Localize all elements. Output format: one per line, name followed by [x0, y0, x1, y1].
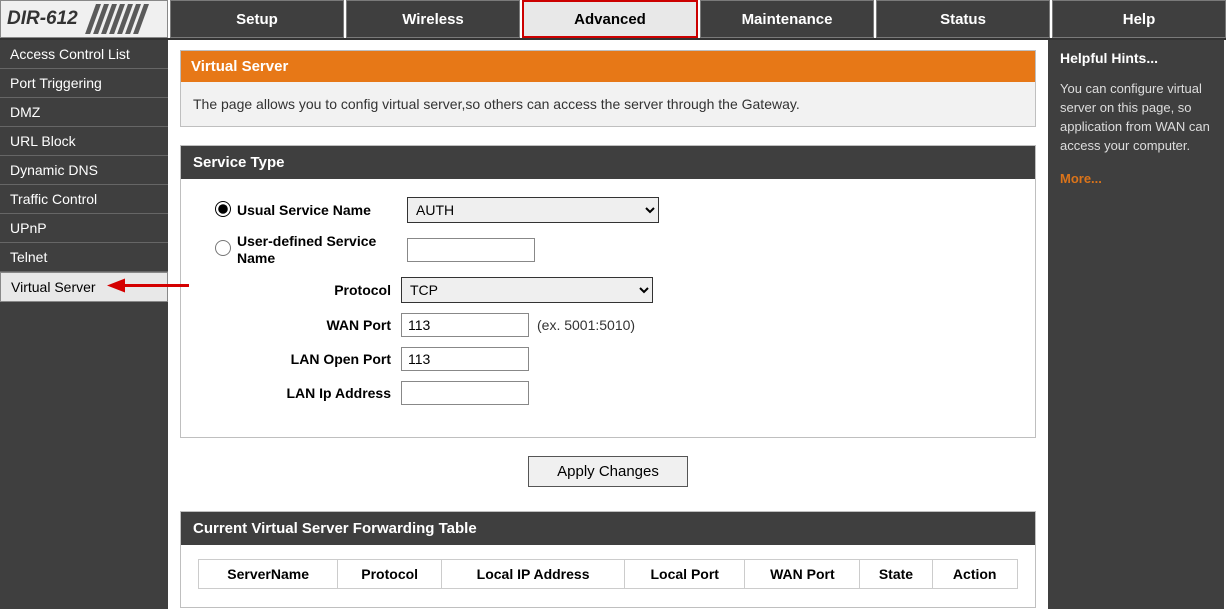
logo-stripes-icon — [82, 4, 152, 34]
sidebar-item-label: Dynamic DNS — [10, 162, 98, 178]
row-usual-service: Usual Service Name AUTH — [201, 197, 1015, 223]
main-content: Virtual Server The page allows you to co… — [168, 40, 1048, 609]
panel-page-header: Virtual Server The page allows you to co… — [180, 50, 1036, 127]
tab-wireless[interactable]: Wireless — [346, 0, 520, 38]
sidebar-item-port-triggering[interactable]: Port Triggering — [0, 69, 168, 98]
service-type-body: Usual Service Name AUTH User-defined Ser… — [181, 179, 1035, 437]
forwarding-table-header: Current Virtual Server Forwarding Table — [181, 512, 1035, 545]
service-type-header: Service Type — [181, 146, 1035, 179]
sidebar-item-label: DMZ — [10, 104, 40, 120]
tab-label: Wireless — [402, 11, 464, 28]
sidebar-item-url-block[interactable]: URL Block — [0, 127, 168, 156]
sidebar-item-dynamic-dns[interactable]: Dynamic DNS — [0, 156, 168, 185]
sidebar-item-label: Port Triggering — [10, 75, 102, 91]
col-action: Action — [932, 559, 1017, 588]
tab-label: Maintenance — [742, 11, 833, 28]
tab-setup[interactable]: Setup — [170, 0, 344, 38]
hints-body: You can configure virtual server on this… — [1060, 80, 1212, 155]
apply-row: Apply Changes — [180, 456, 1036, 487]
lan-ip-input[interactable] — [401, 381, 529, 405]
page-description: The page allows you to config virtual se… — [181, 82, 1035, 126]
lan-ip-label: LAN Ip Address — [201, 385, 401, 401]
wan-port-input[interactable] — [401, 313, 529, 337]
sidebar-item-label: URL Block — [10, 133, 76, 149]
sidebar-item-label: Telnet — [10, 249, 47, 265]
hints-title: Helpful Hints... — [1060, 50, 1212, 66]
row-protocol: Protocol TCP — [201, 277, 1015, 303]
lan-open-port-input[interactable] — [401, 347, 529, 371]
tab-status[interactable]: Status — [876, 0, 1050, 38]
hints-more-link[interactable]: More... — [1060, 171, 1212, 186]
wan-port-label: WAN Port — [201, 317, 401, 333]
user-defined-input[interactable] — [407, 238, 535, 262]
protocol-label: Protocol — [201, 282, 401, 298]
device-logo: DIR-612 — [0, 0, 168, 38]
tab-label: Setup — [236, 11, 278, 28]
tab-label: Advanced — [574, 11, 646, 28]
nav-tabs: Setup Wireless Advanced Maintenance Stat… — [168, 0, 1226, 38]
row-lan-open-port: LAN Open Port — [201, 347, 1015, 371]
sidebar-item-label: Virtual Server — [11, 279, 96, 295]
usual-service-select[interactable]: AUTH — [407, 197, 659, 223]
sidebar-item-dmz[interactable]: DMZ — [0, 98, 168, 127]
lan-open-port-label: LAN Open Port — [201, 351, 401, 367]
tab-maintenance[interactable]: Maintenance — [700, 0, 874, 38]
panel-forwarding-table: Current Virtual Server Forwarding Table … — [180, 511, 1036, 608]
page-title: Virtual Server — [181, 51, 1035, 82]
sidebar-item-telnet[interactable]: Telnet — [0, 243, 168, 272]
table-header-row: ServerName Protocol Local IP Address Loc… — [199, 559, 1018, 588]
tab-label: Status — [940, 11, 986, 28]
forwarding-table: ServerName Protocol Local IP Address Loc… — [198, 559, 1018, 589]
wan-port-hint: (ex. 5001:5010) — [537, 317, 635, 333]
panel-service-type: Service Type Usual Service Name AUTH — [180, 145, 1036, 438]
protocol-select[interactable]: TCP — [401, 277, 653, 303]
col-protocol: Protocol — [338, 559, 442, 588]
tab-label: Help — [1123, 11, 1156, 28]
sidebar-item-label: Traffic Control — [10, 191, 97, 207]
sidebar: Access Control List Port Triggering DMZ … — [0, 40, 168, 609]
row-lan-ip: LAN Ip Address — [201, 381, 1015, 405]
row-user-defined: User-defined Service Name — [201, 233, 1015, 267]
user-defined-label-text: User-defined Service Name — [237, 233, 376, 266]
row-wan-port: WAN Port (ex. 5001:5010) — [201, 313, 1015, 337]
usual-service-label: Usual Service Name — [237, 202, 407, 218]
sidebar-item-virtual-server[interactable]: Virtual Server — [0, 272, 168, 302]
sidebar-item-label: Access Control List — [10, 46, 130, 62]
device-model: DIR-612 — [7, 8, 78, 30]
sidebar-item-upnp[interactable]: UPnP — [0, 214, 168, 243]
radio-user-defined[interactable] — [215, 240, 231, 256]
col-wan-port: WAN Port — [745, 559, 860, 588]
tab-help[interactable]: Help — [1052, 0, 1226, 38]
tab-advanced[interactable]: Advanced — [522, 0, 698, 38]
apply-changes-button[interactable]: Apply Changes — [528, 456, 688, 487]
col-servername: ServerName — [199, 559, 338, 588]
sidebar-item-label: UPnP — [10, 220, 47, 236]
col-state: State — [860, 559, 932, 588]
sidebar-item-traffic-control[interactable]: Traffic Control — [0, 185, 168, 214]
body-row: Access Control List Port Triggering DMZ … — [0, 40, 1226, 609]
hints-panel: Helpful Hints... You can configure virtu… — [1048, 40, 1224, 609]
user-defined-label: User-defined Service Name — [237, 233, 407, 267]
radio-usual-service[interactable] — [215, 201, 231, 217]
col-local-port: Local Port — [625, 559, 745, 588]
sidebar-item-acl[interactable]: Access Control List — [0, 40, 168, 69]
top-bar: DIR-612 Setup Wireless Advanced Maintena… — [0, 0, 1226, 40]
col-local-ip: Local IP Address — [442, 559, 625, 588]
